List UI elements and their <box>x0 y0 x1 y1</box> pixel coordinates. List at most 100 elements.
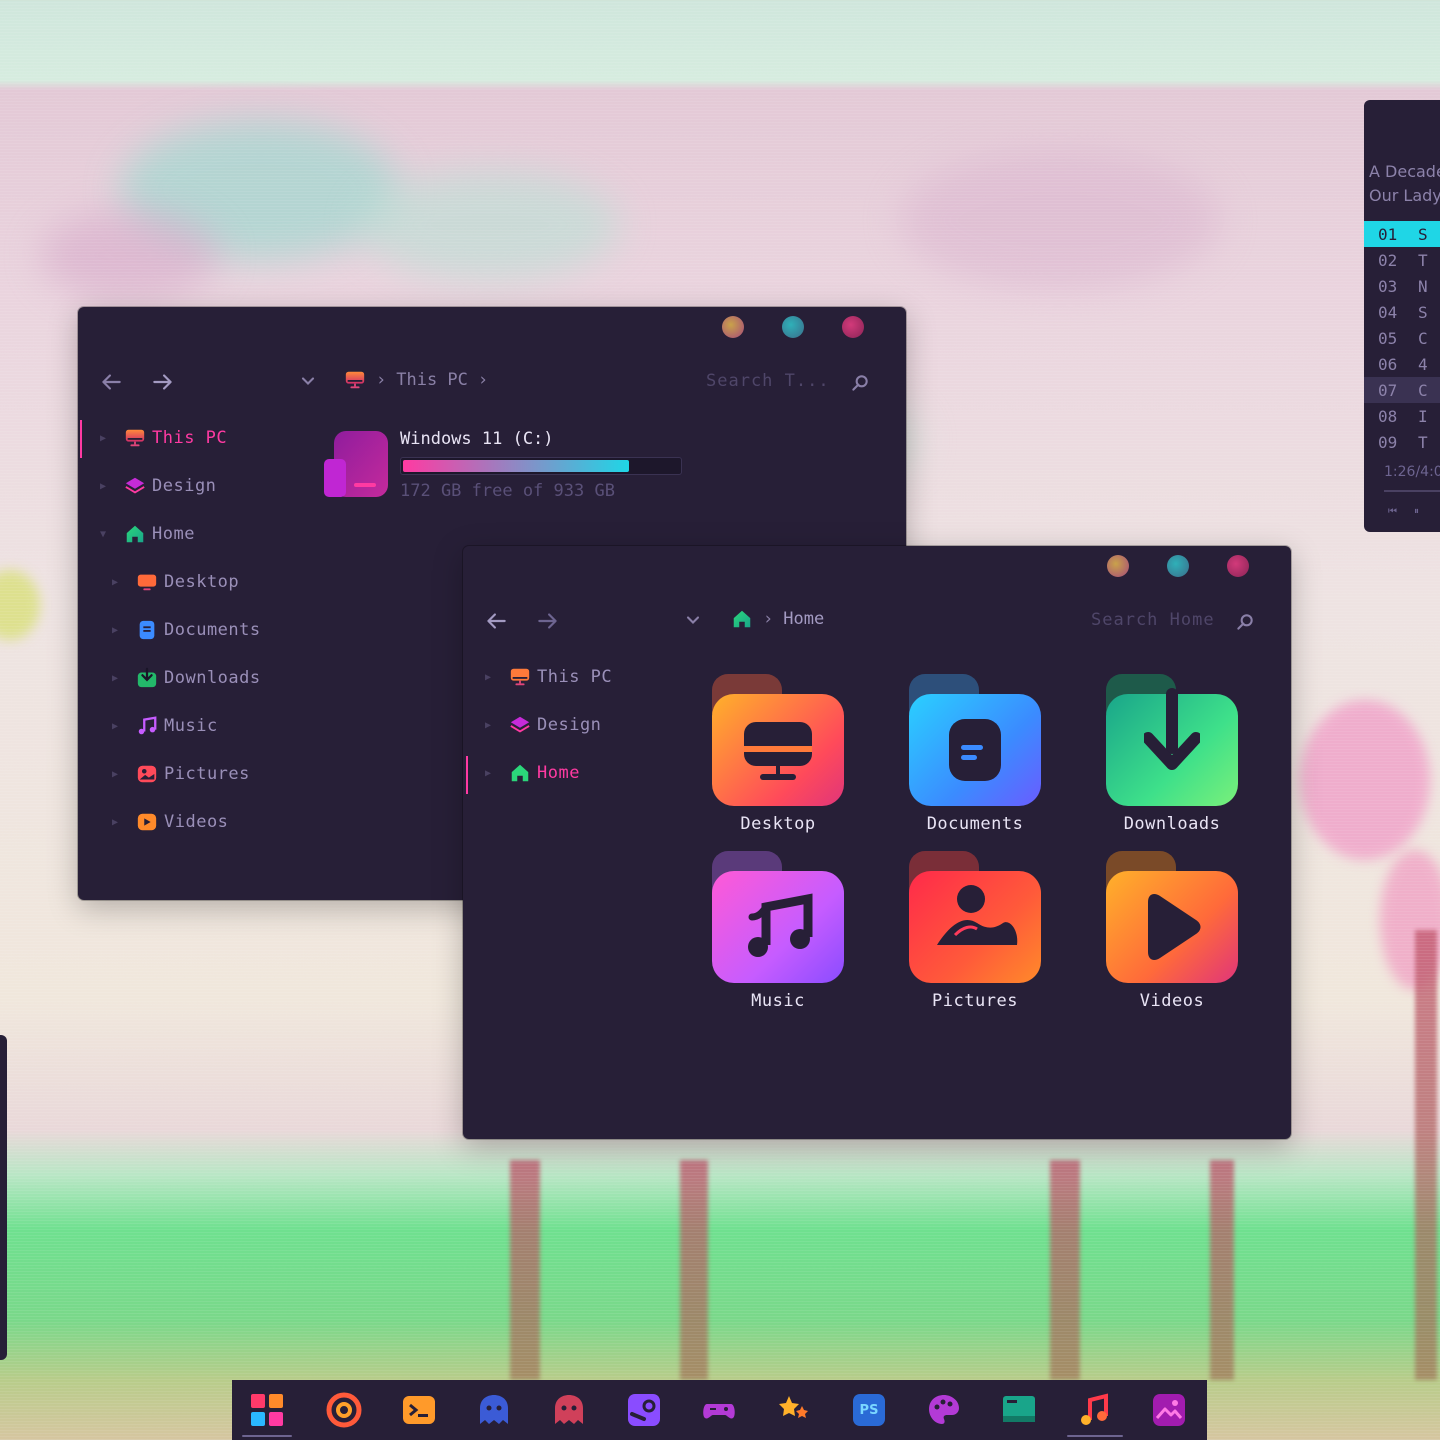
expand-caret-icon[interactable]: ▶ <box>112 769 122 780</box>
gamepad-icon[interactable] <box>701 1392 737 1428</box>
track-row[interactable]: 06 4 <box>1364 351 1440 377</box>
close-button[interactable] <box>842 316 864 338</box>
track-number: 03 <box>1378 276 1398 296</box>
track-row[interactable]: 01 S <box>1364 221 1440 247</box>
minimize-button[interactable] <box>1107 555 1129 577</box>
track-row[interactable]: 07 C <box>1364 377 1440 403</box>
expand-caret-icon[interactable]: ▶ <box>112 625 122 636</box>
gallery-icon[interactable] <box>1151 1392 1187 1428</box>
chevron-right-icon: › <box>477 370 489 390</box>
track-title: T <box>1418 432 1428 452</box>
expand-caret-icon[interactable]: ▶ <box>100 433 110 444</box>
sidebar-item-design[interactable]: ▶ Design <box>485 714 601 736</box>
chevron-down-icon[interactable] <box>683 610 703 630</box>
track-row[interactable]: 08 I <box>1364 403 1440 429</box>
sidebar-item-this-pc[interactable]: ▶ This PC <box>485 666 612 688</box>
previous-track-icon[interactable]: ⏮ <box>1388 506 1397 517</box>
start-icon[interactable] <box>249 1392 285 1428</box>
search-icon[interactable] <box>1235 612 1255 632</box>
forward-arrow-icon[interactable] <box>535 608 561 634</box>
track-number: 06 <box>1378 354 1398 374</box>
expand-caret-icon[interactable]: ▶ <box>112 673 122 684</box>
track-number: 02 <box>1378 250 1398 270</box>
photoshop-icon[interactable]: PS <box>851 1392 887 1428</box>
album-line-1: A Decade <box>1369 162 1440 181</box>
sidebar-label: Music <box>164 716 218 736</box>
desktop-icon <box>137 574 157 591</box>
folder-documents[interactable]: Documents <box>909 674 1041 834</box>
breadcrumb: › This PC › <box>344 369 488 391</box>
drive-item[interactable]: Windows 11 (C:) 172 GB free of 933 GB <box>322 429 702 501</box>
expand-caret-icon[interactable]: ▶ <box>100 481 110 492</box>
collapse-caret-icon[interactable]: ▼ <box>100 529 110 540</box>
sidebar-item-home[interactable]: ▼ Home <box>100 523 195 545</box>
track-number: 08 <box>1378 406 1398 426</box>
chevron-down-icon[interactable] <box>298 371 318 391</box>
breadcrumb-this-pc[interactable]: This PC <box>396 370 468 390</box>
sidebar-item-videos[interactable]: ▶ Videos <box>112 811 228 833</box>
track-row[interactable]: 03 N <box>1364 273 1440 299</box>
track-row[interactable]: 05 C <box>1364 325 1440 351</box>
folder-music[interactable]: Music <box>712 851 844 1011</box>
sidebar-item-documents[interactable]: ▶ Documents <box>112 619 261 641</box>
sidebar-label: Videos <box>164 812 229 832</box>
sidebar-item-music[interactable]: ▶ Music <box>112 715 218 737</box>
close-button[interactable] <box>1227 555 1249 577</box>
breadcrumb-home[interactable]: Home <box>783 609 824 629</box>
seek-bar[interactable] <box>1384 490 1440 492</box>
maximize-button[interactable] <box>1167 555 1189 577</box>
expand-caret-icon[interactable]: ▶ <box>112 577 122 588</box>
forward-arrow-icon[interactable] <box>150 369 176 395</box>
downloads-folder-icon <box>1106 674 1238 806</box>
track-row[interactable]: 02 T <box>1364 247 1440 273</box>
ghost-red-icon[interactable] <box>551 1392 587 1428</box>
back-arrow-icon[interactable] <box>98 369 124 395</box>
folder-label: Documents <box>926 814 1024 834</box>
music-app-icon[interactable] <box>1076 1392 1112 1428</box>
back-arrow-icon[interactable] <box>483 608 509 634</box>
search-input[interactable]: Search Home <box>1091 610 1215 630</box>
expand-caret-icon[interactable]: ▶ <box>485 672 495 683</box>
track-row[interactable]: 04 S <box>1364 299 1440 325</box>
documents-folder-icon <box>909 674 1041 806</box>
search-input[interactable]: Search T... <box>706 371 830 391</box>
drive-usage-fill <box>403 460 630 472</box>
folder-videos[interactable]: Videos <box>1106 851 1238 1011</box>
pause-icon[interactable]: ⏸ <box>1414 506 1419 517</box>
sidebar-item-design[interactable]: ▶ Design <box>100 475 216 497</box>
videos-icon <box>137 813 157 831</box>
chrome-icon[interactable] <box>326 1392 362 1428</box>
folder-downloads[interactable]: Downloads <box>1106 674 1238 834</box>
sidebar-item-downloads[interactable]: ▶ Downloads <box>112 667 261 689</box>
folder-desktop[interactable]: Desktop <box>712 674 844 834</box>
monitor-icon <box>345 371 365 389</box>
sidebar-item-desktop[interactable]: ▶ Desktop <box>112 571 239 593</box>
palette-icon[interactable] <box>926 1392 962 1428</box>
active-app-indicator <box>242 1435 292 1437</box>
steam-icon[interactable] <box>626 1392 662 1428</box>
folder-pictures[interactable]: Pictures <box>909 851 1041 1011</box>
track-number: 04 <box>1378 302 1398 322</box>
expand-caret-icon[interactable]: ▶ <box>112 817 122 828</box>
downloads-icon <box>137 667 157 688</box>
documents-icon <box>139 620 155 640</box>
expand-caret-icon[interactable]: ▶ <box>112 721 122 732</box>
pictures-icon <box>137 765 157 783</box>
ghost-blue-icon[interactable] <box>476 1392 512 1428</box>
stars-icon[interactable] <box>776 1392 812 1428</box>
monitor-app-icon[interactable] <box>1001 1392 1037 1428</box>
desktop-folder-icon <box>712 674 844 806</box>
expand-caret-icon[interactable]: ▶ <box>485 720 495 731</box>
sidebar-item-this-pc[interactable]: ▶ This PC <box>100 427 227 449</box>
sidebar-item-home[interactable]: ▶ Home <box>485 762 580 784</box>
track-row[interactable]: 09 T <box>1364 429 1440 455</box>
pictures-folder-icon <box>909 851 1041 983</box>
minimize-button[interactable] <box>722 316 744 338</box>
sidebar-item-pictures[interactable]: ▶ Pictures <box>112 763 250 785</box>
search-icon[interactable] <box>850 373 870 393</box>
expand-caret-icon[interactable]: ▶ <box>485 768 495 779</box>
terminal-icon[interactable] <box>401 1392 437 1428</box>
folder-label: Pictures <box>932 991 1018 1011</box>
maximize-button[interactable] <box>782 316 804 338</box>
sidebar-label: Documents <box>164 620 261 640</box>
